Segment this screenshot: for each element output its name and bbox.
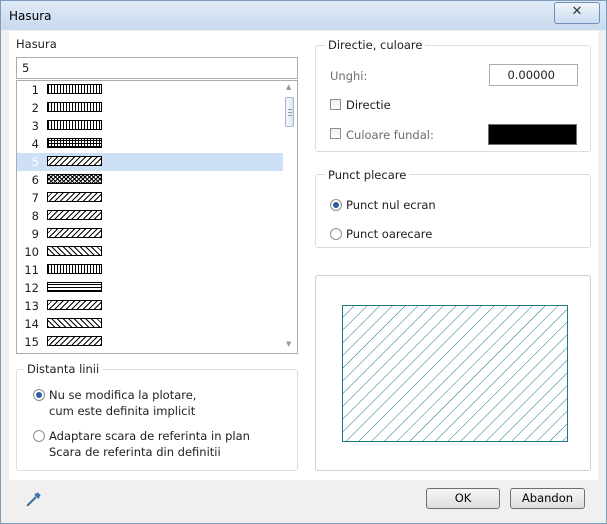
hatch-item-number: 6 [31, 173, 39, 187]
hatch-item-number: 15 [24, 335, 39, 349]
spacing-opt1-line1: Nu se modifica la plotare, [49, 388, 197, 402]
hatch-item-number: 14 [24, 317, 39, 331]
cancel-button[interactable]: Abandon [510, 488, 585, 509]
origin-radio-screen-zero[interactable] [330, 199, 342, 211]
preview-panel [315, 275, 591, 471]
hatch-pattern-swatch [47, 174, 102, 184]
hatch-item-number: 5 [31, 155, 39, 169]
hatch-item-number: 8 [31, 209, 39, 223]
hatch-list-item[interactable]: 10 [17, 243, 283, 261]
scroll-up-icon[interactable]: ▲ [286, 83, 291, 91]
hatch-pattern-swatch [47, 102, 102, 112]
hatch-dialog: Hasura ✕ Hasura 5 1 2 3 4 5 6 7 8 9 10 11 12 13 14 15 … [0, 0, 607, 524]
hatch-list-item[interactable]: 8 [17, 207, 283, 225]
hatch-pattern-swatch [47, 318, 102, 328]
hatch-pattern-swatch [47, 156, 102, 166]
hatch-item-number: 11 [24, 263, 39, 277]
window-title: Hasura [9, 9, 52, 23]
hatch-list-item[interactable]: 14 [17, 315, 283, 333]
origin-radio-arbitrary[interactable] [330, 228, 342, 240]
spacing-opt1-line2: cum este definita implicit [49, 404, 196, 418]
angle-label: Unghi: [330, 69, 368, 83]
hatch-pattern-swatch [47, 210, 102, 220]
direction-label: Directie [346, 98, 391, 112]
hatch-label: Hasura [16, 37, 57, 51]
dialog-content: Hasura 5 1 2 3 4 5 6 7 8 9 10 11 12 13 14 15 ▲ ▼ Dista… [9, 31, 598, 480]
hatch-item-number: 2 [31, 101, 39, 115]
spacing-opt2-line2: Scara de referinta din definitii [49, 445, 221, 459]
eyedropper-icon[interactable] [25, 490, 43, 508]
hatch-list-item[interactable]: 9 [17, 225, 283, 243]
hatch-pattern-swatch [47, 336, 102, 346]
title-bar: Hasura ✕ [1, 1, 606, 30]
hatch-item-number: 3 [31, 119, 39, 133]
hatch-list-item[interactable]: 7 [17, 189, 283, 207]
origin-group-label: Punct plecare [325, 168, 410, 182]
hatch-pattern-swatch [47, 138, 102, 148]
dialog-footer: OK Abandon [1, 481, 606, 523]
angle-value: 0.00000 [507, 68, 555, 82]
spacing-opt2-line1: Adaptare scara de referinta in plan [49, 429, 250, 443]
hatch-pattern-swatch [47, 300, 102, 310]
hatch-number-input[interactable]: 5 [16, 57, 298, 79]
hatch-pattern-swatch [47, 264, 102, 274]
direction-checkbox[interactable] [330, 99, 341, 110]
scroll-thumb[interactable] [285, 97, 294, 127]
hatch-list-item[interactable]: 6 [17, 171, 283, 189]
hatch-item-number: 1 [31, 83, 39, 97]
scroll-down-icon[interactable]: ▼ [286, 340, 291, 348]
origin-opt2-label: Punct oarecare [346, 227, 433, 241]
background-color-swatch[interactable] [488, 124, 577, 145]
hatch-preview [342, 305, 568, 442]
hatch-list-item[interactable]: 11 [17, 261, 283, 279]
direction-group-label: Directie, culoare [325, 38, 426, 52]
hatch-pattern-swatch [47, 282, 102, 292]
spacing-radio-default[interactable] [33, 389, 45, 401]
hatch-number-value: 5 [22, 61, 30, 75]
hatch-pattern-swatch [47, 84, 102, 94]
hatch-list-item[interactable]: 15 [17, 333, 283, 351]
hatch-list-item[interactable]: 3 [17, 117, 283, 135]
hatch-list-item[interactable]: 2 [17, 99, 283, 117]
hatch-pattern-swatch [47, 192, 102, 202]
spacing-radio-adapt[interactable] [33, 430, 45, 442]
close-button[interactable]: ✕ [554, 2, 600, 24]
hatch-item-number: 12 [24, 281, 39, 295]
ok-button[interactable]: OK [426, 488, 500, 509]
hatch-pattern-swatch [47, 120, 102, 130]
spacing-group-label: Distanta linii [24, 362, 103, 376]
hatch-item-number: 9 [31, 227, 39, 241]
hatch-list-item[interactable]: 5 [17, 153, 283, 171]
background-color-checkbox[interactable] [330, 128, 341, 139]
hatch-list-item[interactable]: 1 [17, 81, 283, 99]
hatch-list-item[interactable]: 13 [17, 297, 283, 315]
hatch-item-number: 13 [24, 299, 39, 313]
origin-opt1-label: Punct nul ecran [346, 198, 436, 212]
hatch-pattern-swatch [47, 228, 102, 238]
hatch-list-item[interactable]: 12 [17, 279, 283, 297]
angle-input[interactable]: 0.00000 [489, 64, 578, 86]
hatch-pattern-swatch [47, 246, 102, 256]
hatch-item-number: 7 [31, 191, 39, 205]
hatch-item-number: 10 [24, 245, 39, 259]
hatch-listbox[interactable]: 1 2 3 4 5 6 7 8 9 10 11 12 13 14 15 ▲ ▼ [16, 80, 298, 354]
hatch-list-item[interactable]: 4 [17, 135, 283, 153]
hatch-item-number: 4 [31, 137, 39, 151]
background-color-label: Culoare fundal: [346, 128, 434, 142]
close-icon: ✕ [571, 4, 583, 19]
list-scrollbar[interactable]: ▲ ▼ [283, 81, 297, 353]
